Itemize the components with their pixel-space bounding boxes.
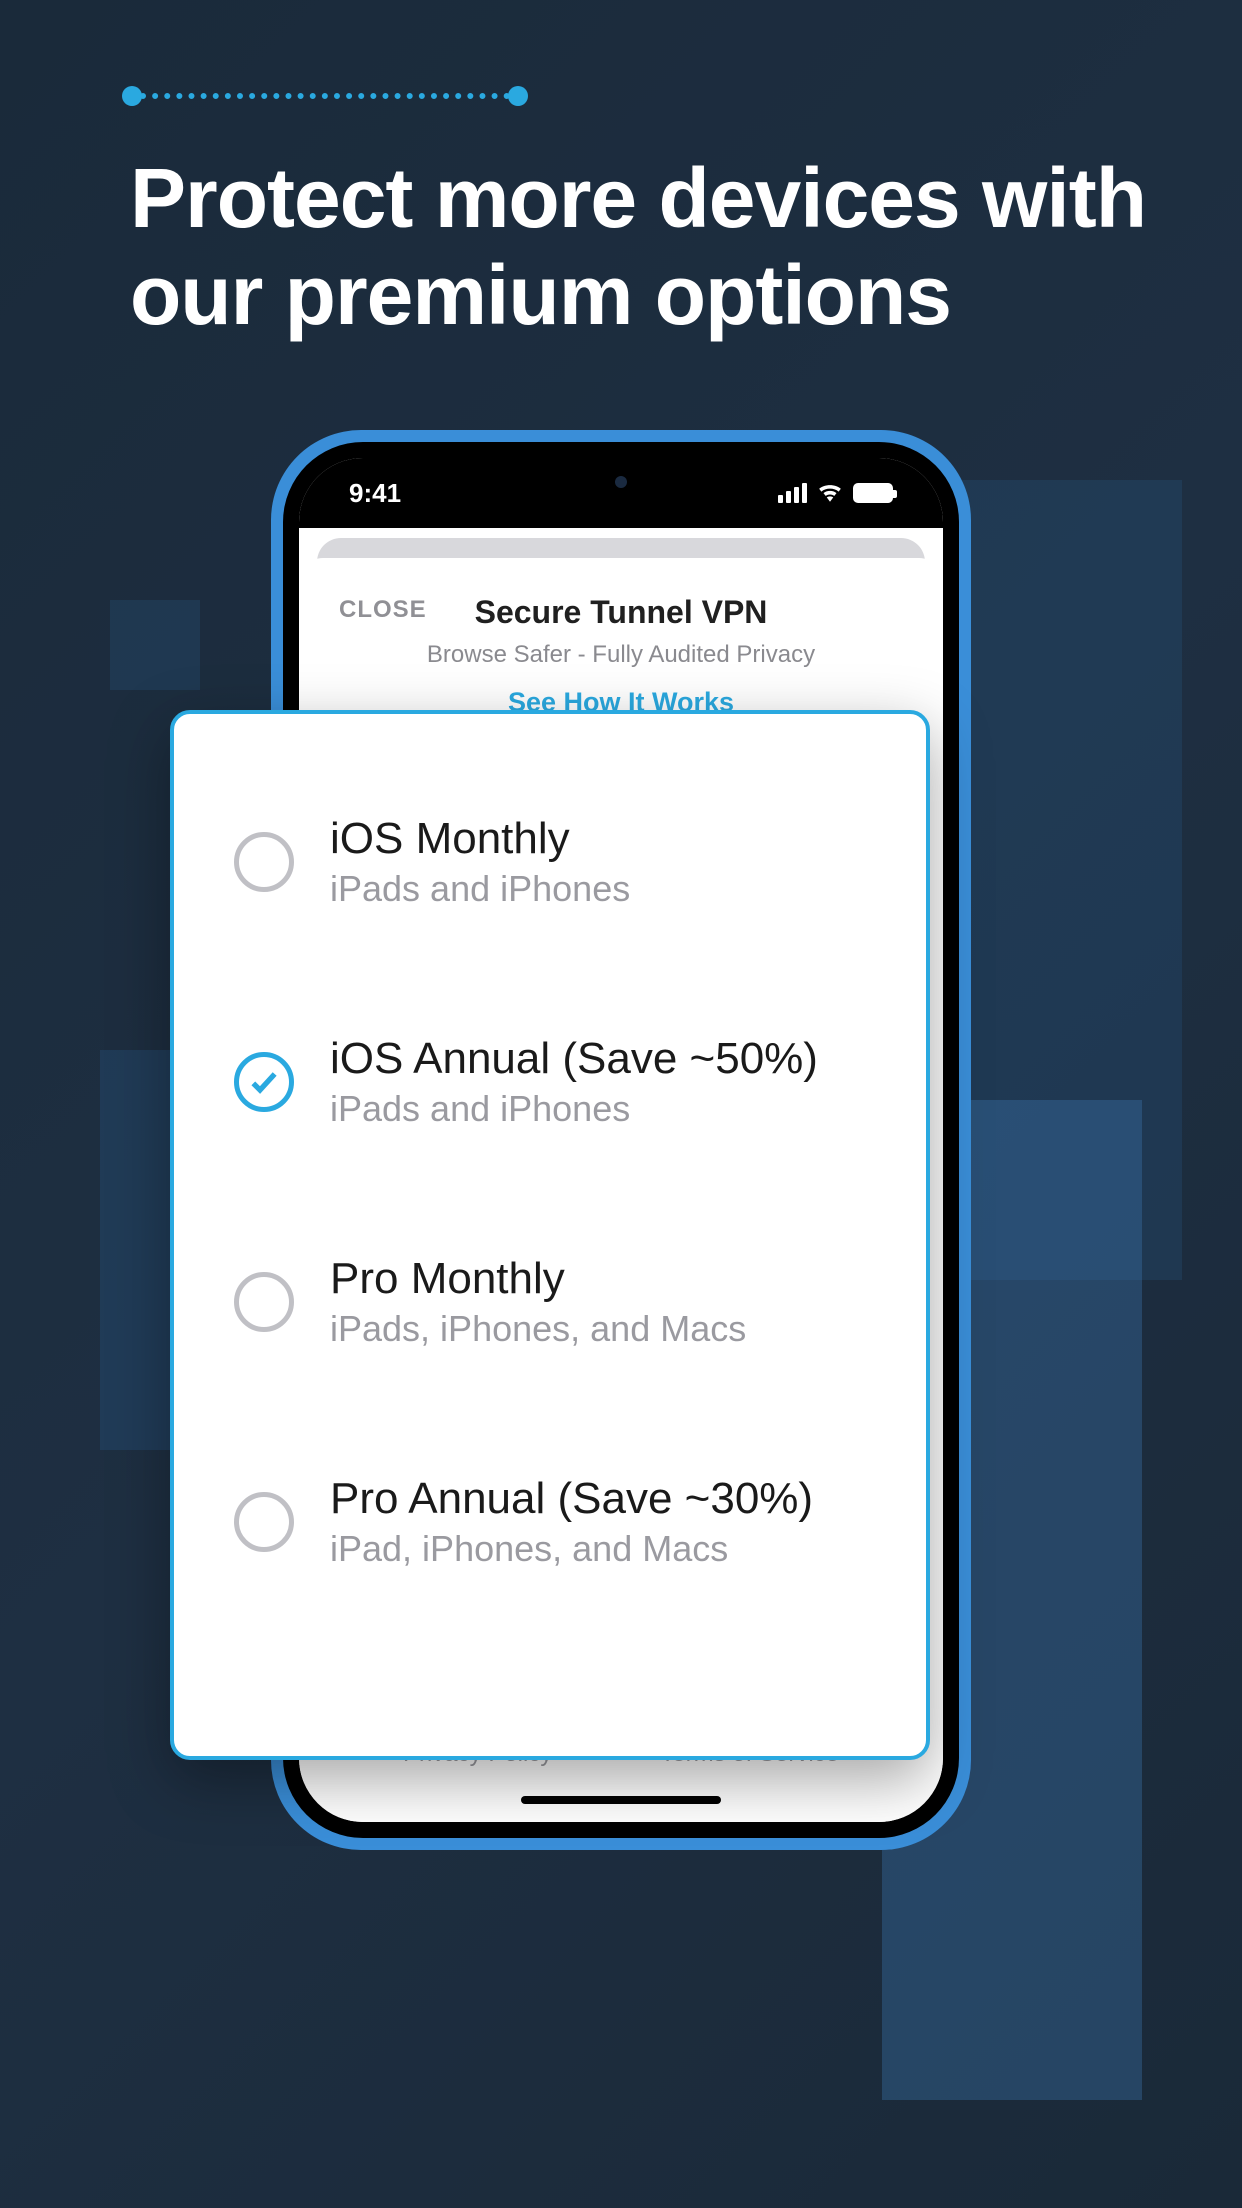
plan-title: Pro Monthly	[330, 1254, 746, 1304]
status-right	[778, 478, 893, 509]
wifi-icon	[817, 478, 843, 509]
app-subtitle: Browse Safer - Fully Audited Privacy	[329, 641, 913, 669]
phone-notch	[511, 458, 731, 500]
radio-selected-icon	[234, 1052, 294, 1112]
plan-subtitle: iPad, iPhones, and Macs	[330, 1528, 813, 1570]
plan-option-ios-annual[interactable]: iOS Annual (Save ~50%) iPads and iPhones	[234, 1034, 876, 1130]
progress-dot-end	[508, 86, 528, 106]
radio-unselected-icon	[234, 1492, 294, 1552]
background-decoration	[110, 600, 200, 690]
battery-icon	[853, 483, 893, 503]
radio-unselected-icon	[234, 1272, 294, 1332]
plan-text: Pro Monthly iPads, iPhones, and Macs	[330, 1254, 746, 1350]
plan-option-pro-monthly[interactable]: Pro Monthly iPads, iPhones, and Macs	[234, 1254, 876, 1350]
progress-dots	[140, 93, 510, 99]
plan-text: iOS Annual (Save ~50%) iPads and iPhones	[330, 1034, 818, 1130]
radio-unselected-icon	[234, 832, 294, 892]
close-button[interactable]: CLOSE	[339, 596, 427, 624]
plan-text: iOS Monthly iPads and iPhones	[330, 814, 630, 910]
plan-title: iOS Annual (Save ~50%)	[330, 1034, 818, 1084]
plan-option-ios-monthly[interactable]: iOS Monthly iPads and iPhones	[234, 814, 876, 910]
plan-subtitle: iPads, iPhones, and Macs	[330, 1308, 746, 1350]
marketing-headline: Protect more devices with our premium op…	[130, 150, 1182, 343]
plan-selection-card: iOS Monthly iPads and iPhones iOS Annual…	[170, 710, 930, 1760]
cellular-signal-icon	[778, 483, 807, 503]
plan-title: Pro Annual (Save ~30%)	[330, 1474, 813, 1524]
plan-subtitle: iPads and iPhones	[330, 1088, 818, 1130]
plan-option-pro-annual[interactable]: Pro Annual (Save ~30%) iPad, iPhones, an…	[234, 1474, 876, 1570]
plan-subtitle: iPads and iPhones	[330, 868, 630, 910]
plan-title: iOS Monthly	[330, 814, 630, 864]
status-time: 9:41	[349, 478, 401, 509]
sheet-header: CLOSE Secure Tunnel VPN Browse Safer - F…	[329, 594, 913, 718]
home-indicator[interactable]	[521, 1796, 721, 1804]
progress-indicator	[130, 90, 520, 102]
plan-text: Pro Annual (Save ~30%) iPad, iPhones, an…	[330, 1474, 813, 1570]
progress-dot-start	[122, 86, 142, 106]
